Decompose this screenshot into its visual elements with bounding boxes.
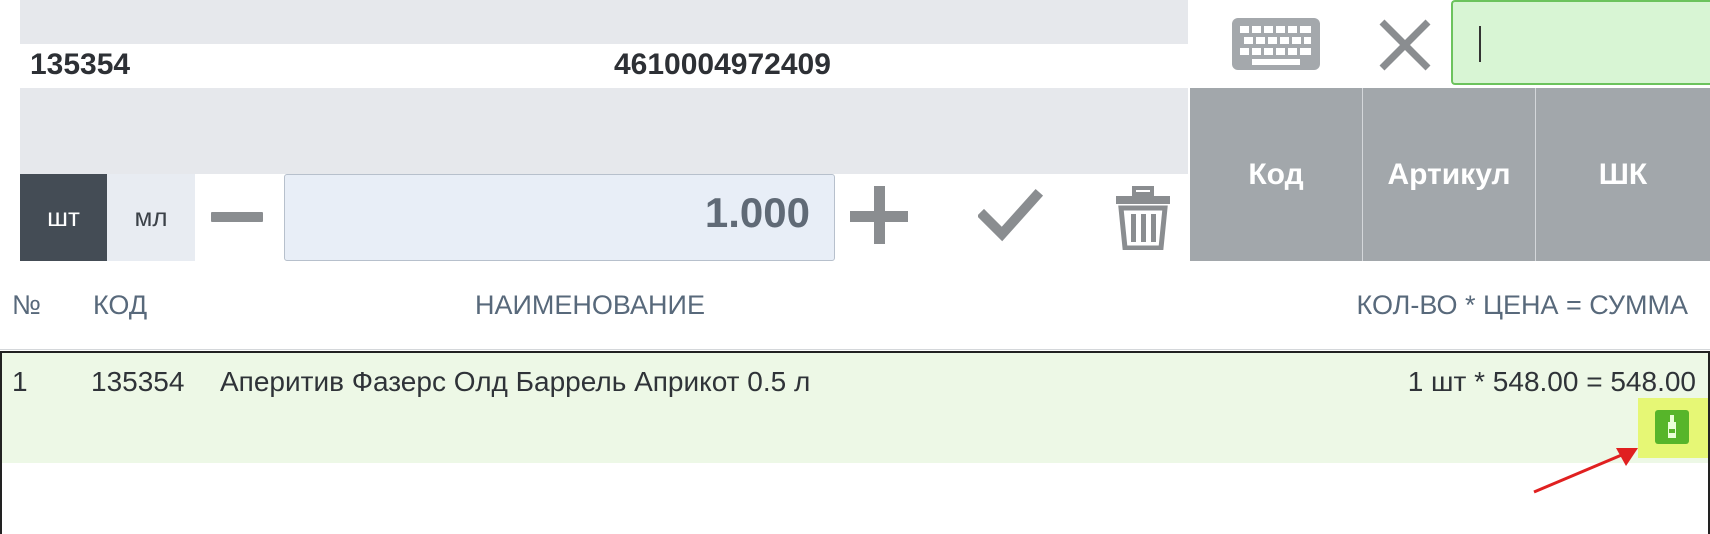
row-num: 1 <box>12 366 28 397</box>
keyboard-icon <box>1232 18 1320 70</box>
increase-quantity-button[interactable] <box>850 186 910 246</box>
product-barcode: 4610004972409 <box>614 48 831 81</box>
check-icon <box>976 188 1044 242</box>
trash-icon <box>1116 186 1170 251</box>
column-header-name: НАИМЕНОВАНИЕ <box>475 290 705 320</box>
product-code: 135354 <box>30 48 131 81</box>
unit-pcs-label: шт <box>47 202 80 232</box>
minus-icon <box>211 212 263 222</box>
delete-button[interactable] <box>1114 186 1172 251</box>
unit-ml-label: мл <box>134 202 168 232</box>
alcohol-bottle-icon <box>1655 410 1689 444</box>
close-icon <box>1379 19 1431 71</box>
text-caret <box>1479 26 1481 62</box>
search-by-barcode-label: ШК <box>1598 157 1648 191</box>
product-info-bottom-row <box>20 88 1188 174</box>
decrease-quantity-button[interactable] <box>205 196 267 236</box>
row-name: Аперитив Фазерс Олд Баррель Априкот 0.5 … <box>220 366 811 397</box>
product-info-top-row <box>20 0 1188 44</box>
search-by-barcode-button[interactable]: ШК <box>1536 88 1710 261</box>
product-info-row <box>20 44 1188 88</box>
search-by-code-label: Код <box>1248 157 1304 191</box>
search-by-article-label: Артикул <box>1387 157 1511 191</box>
unit-ml-button[interactable]: мл <box>107 174 195 261</box>
search-by-article-button[interactable]: Артикул <box>1363 88 1535 261</box>
search-input[interactable] <box>1451 0 1710 85</box>
keyboard-button[interactable] <box>1230 16 1322 72</box>
annotation-arrow <box>1533 448 1638 494</box>
header-divider <box>0 349 1710 350</box>
unit-pcs-button[interactable]: шт <box>20 174 107 261</box>
clear-search-button[interactable] <box>1376 16 1434 74</box>
row-code: 135354 <box>91 366 185 397</box>
column-header-code: КОД <box>93 290 148 320</box>
search-by-code-button[interactable]: Код <box>1190 88 1362 261</box>
quantity-input[interactable]: 1.000 <box>284 174 835 261</box>
row-calc: 1 шт * 548.00 = 548.00 <box>1407 366 1696 397</box>
confirm-button[interactable] <box>976 188 1044 244</box>
column-header-num: № <box>12 290 41 320</box>
column-header-calc: КОЛ-ВО * ЦЕНА = СУММА <box>1356 290 1688 320</box>
